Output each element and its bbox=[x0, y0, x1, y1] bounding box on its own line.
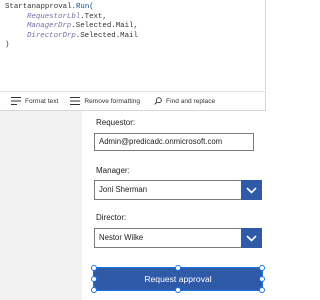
resize-handle-bottom[interactable] bbox=[175, 287, 181, 293]
resize-handle-bottom-left[interactable] bbox=[91, 287, 97, 293]
remove-format-icon bbox=[70, 97, 81, 105]
manager-dropdown[interactable]: Joni Sherman bbox=[94, 180, 262, 200]
format-lines-icon bbox=[11, 97, 21, 105]
formula-line-5: ) bbox=[5, 41, 265, 51]
resize-handle-top[interactable] bbox=[175, 265, 181, 271]
remove-formatting-label: Remove formatting bbox=[84, 97, 141, 105]
requestor-label: Requestor: bbox=[96, 118, 136, 127]
remove-formatting-button[interactable]: Remove formatting bbox=[70, 97, 140, 105]
resize-handle-top-left[interactable] bbox=[91, 265, 97, 271]
formula-line-3: ManagerDrp.Selected.Mail, bbox=[5, 22, 265, 32]
chevron-down-icon bbox=[246, 234, 257, 242]
formula-line-2: RequestorLbl.Text, bbox=[5, 13, 265, 23]
resize-handle-bottom-right[interactable] bbox=[259, 287, 265, 293]
find-replace-button[interactable]: Find and replace bbox=[154, 97, 215, 105]
manager-selected-value: Joni Sherman bbox=[99, 185, 148, 194]
manager-label: Manager: bbox=[96, 166, 130, 175]
closing-paren: ) bbox=[5, 41, 10, 50]
manager-dropdown-toggle[interactable] bbox=[241, 180, 262, 200]
requestor-ref: RequestorLbl bbox=[27, 12, 81, 21]
request-approval-control[interactable]: Request approval bbox=[91, 265, 265, 293]
resize-handle-left[interactable] bbox=[91, 276, 97, 282]
format-text-button[interactable]: Format text bbox=[11, 97, 58, 105]
run-call: .Run( bbox=[71, 3, 94, 11]
manager-prop: .Selected.Mail, bbox=[71, 22, 138, 31]
formula-editor[interactable]: Startanapproval.Run( RequestorLbl.Text, … bbox=[0, 0, 266, 90]
requestor-prop: .Text, bbox=[80, 12, 107, 21]
left-panel-background bbox=[0, 111, 82, 300]
director-dropdown-toggle[interactable] bbox=[241, 228, 262, 248]
resize-handle-right[interactable] bbox=[259, 276, 265, 282]
flow-name: Startanapproval bbox=[5, 3, 72, 11]
director-dropdown[interactable]: Nestor Wilke bbox=[94, 228, 262, 248]
chevron-down-icon bbox=[246, 186, 257, 194]
manager-ref: ManagerDrp bbox=[27, 22, 72, 31]
director-selected-value: Nestor Wilke bbox=[99, 233, 144, 242]
format-toolbar: Format text Remove formatting Find and r… bbox=[0, 91, 266, 111]
formula-line-1: Startanapproval.Run( bbox=[5, 3, 265, 13]
find-replace-label: Find and replace bbox=[166, 97, 216, 105]
format-text-label: Format text bbox=[25, 97, 59, 105]
resize-handle-top-right[interactable] bbox=[259, 265, 265, 271]
director-prop: .Selected.Mail bbox=[75, 31, 138, 40]
requestor-field[interactable]: Admin@predicadc.onmicrosoft.com bbox=[94, 133, 254, 151]
director-ref: DirectorDrp bbox=[27, 31, 76, 40]
director-label: Director: bbox=[96, 213, 127, 222]
formula-line-4: DirectorDrp.Selected.Mail bbox=[5, 32, 265, 42]
search-icon bbox=[154, 97, 162, 105]
